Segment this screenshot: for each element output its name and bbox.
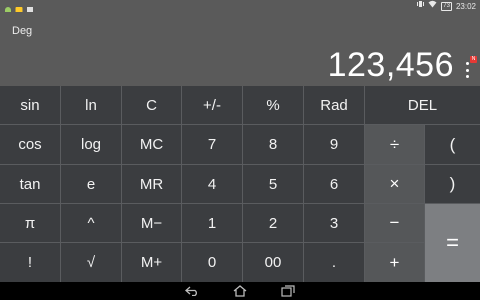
key-sin[interactable]: sin <box>0 86 61 125</box>
key-5[interactable]: 5 <box>243 165 304 204</box>
key-tan[interactable]: tan <box>0 165 61 204</box>
key-1[interactable]: 1 <box>182 204 243 243</box>
key-multiply[interactable]: × <box>365 165 425 204</box>
key-delete[interactable]: DEL <box>365 86 480 125</box>
key-9[interactable]: 9 <box>304 125 365 165</box>
key-close-paren[interactable]: ) <box>425 165 480 204</box>
result-display: 123,456 <box>327 46 454 84</box>
key-decimal[interactable]: . <box>304 243 365 282</box>
key-subtract[interactable]: − <box>365 204 425 243</box>
status-right-icons: 73 23:02 <box>417 0 476 12</box>
key-2[interactable]: 2 <box>243 204 304 243</box>
key-7[interactable]: 7 <box>182 125 243 165</box>
battery-level: 73 <box>443 2 450 9</box>
key-e[interactable]: e <box>61 165 122 204</box>
key-add[interactable]: + <box>365 243 425 282</box>
key-percent[interactable]: % <box>243 86 304 125</box>
angle-mode-indicator: Deg <box>12 25 33 37</box>
android-icon <box>4 1 12 13</box>
key-ln[interactable]: ln <box>61 86 122 125</box>
key-open-paren[interactable]: ( <box>425 125 480 165</box>
key-memory-recall[interactable]: MR <box>122 165 182 204</box>
notification-badge: N <box>470 56 477 63</box>
notification-icon <box>15 1 23 13</box>
key-sqrt[interactable]: √ <box>61 243 122 282</box>
key-memory-add[interactable]: M+ <box>122 243 182 282</box>
back-icon[interactable] <box>184 284 200 298</box>
wifi-icon <box>428 0 437 13</box>
key-6[interactable]: 6 <box>304 165 365 204</box>
status-time: 23:02 <box>455 1 476 11</box>
key-3[interactable]: 3 <box>304 204 365 243</box>
key-equals[interactable]: = <box>425 204 480 282</box>
key-0[interactable]: 0 <box>182 243 243 282</box>
status-left-icons <box>4 1 34 13</box>
battery-icon: 73 <box>441 1 452 11</box>
key-memory-clear[interactable]: MC <box>122 125 182 165</box>
vibrate-icon <box>417 0 425 13</box>
recent-apps-icon[interactable] <box>280 284 296 298</box>
key-divide[interactable]: ÷ <box>365 125 425 165</box>
key-clear[interactable]: C <box>122 86 182 125</box>
status-bar: 73 23:02 <box>0 0 480 13</box>
keypad: sin ln C +/- % Rad DEL cos log MC 7 8 9 … <box>0 86 480 282</box>
calculator-display: Deg 123,456 N <box>0 12 480 86</box>
overflow-menu-icon[interactable] <box>464 62 470 78</box>
key-factorial[interactable]: ! <box>0 243 61 282</box>
key-rad[interactable]: Rad <box>304 86 365 125</box>
key-memory-subtract[interactable]: M− <box>122 204 182 243</box>
key-pi[interactable]: π <box>0 204 61 243</box>
key-cos[interactable]: cos <box>0 125 61 165</box>
key-log[interactable]: log <box>61 125 122 165</box>
key-00[interactable]: 00 <box>243 243 304 282</box>
home-icon[interactable] <box>232 284 248 298</box>
navigation-bar <box>0 282 480 300</box>
key-plus-minus[interactable]: +/- <box>182 86 243 125</box>
sd-card-icon <box>26 1 34 13</box>
key-power[interactable]: ^ <box>61 204 122 243</box>
key-4[interactable]: 4 <box>182 165 243 204</box>
key-8[interactable]: 8 <box>243 125 304 165</box>
